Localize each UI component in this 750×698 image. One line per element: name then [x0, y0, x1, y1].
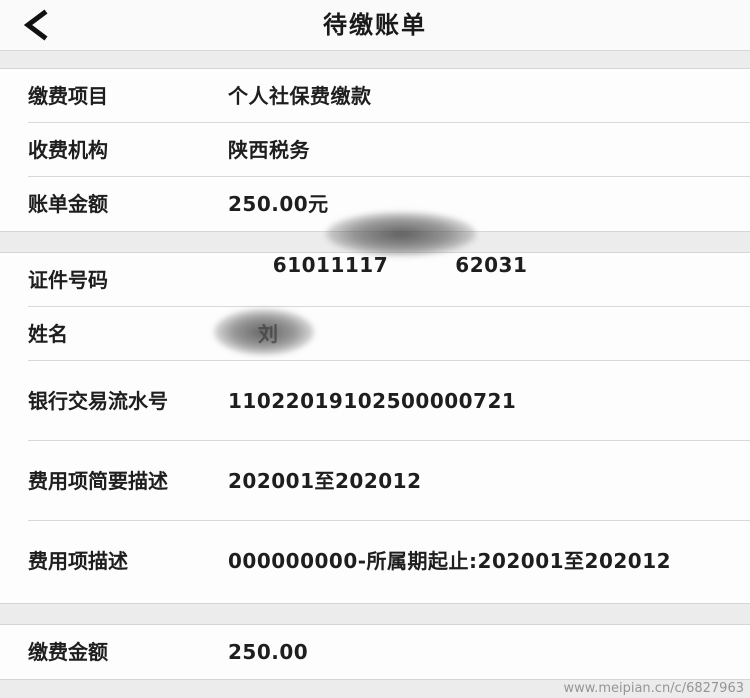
payment-amount-row: 缴费金额 250.00	[28, 625, 750, 679]
name-row: 姓名 刘	[28, 307, 750, 361]
payment-section: 缴费金额 250.00	[0, 624, 750, 680]
bill-info-section: 缴费项目 个人社保费缴款 收费机构 陕西税务 账单金额 250.00元	[0, 68, 750, 232]
bill-item-row: 缴费项目 个人社保费缴款	[28, 69, 750, 123]
person-info-section: 证件号码 61011117 62031 姓名 刘 银行交易流水号 1102201…	[0, 211, 750, 604]
brief-desc-value: 202001至202012	[228, 468, 422, 493]
org-label: 收费机构	[28, 137, 108, 162]
watermark: www.meipian.cn/c/6827963	[563, 681, 744, 696]
amount-value: 250.00元	[228, 192, 329, 216]
serial-value: 11022019102500000721	[228, 388, 517, 413]
item-value: 个人社保费缴款	[228, 83, 372, 108]
desc-label: 费用项描述	[28, 549, 128, 573]
desc-row: 费用项描述 000000000-所属期起止:202001至202012	[28, 521, 750, 601]
desc-value: 000000000-所属期起止:202001至202012	[228, 549, 672, 573]
payment-label: 缴费金额	[28, 640, 108, 664]
amount-label: 账单金额	[28, 192, 108, 216]
payment-value: 250.00	[228, 640, 309, 664]
nav-header: 待缴账单	[0, 0, 750, 51]
id-number-row: 证件号码 61011117 62031	[28, 211, 750, 307]
item-label: 缴费项目	[28, 83, 108, 108]
brief-desc-row: 费用项简要描述 202001至202012	[28, 441, 750, 521]
serial-label: 银行交易流水号	[28, 388, 168, 413]
brief-desc-label: 费用项简要描述	[28, 468, 168, 493]
bill-org-row: 收费机构 陕西税务	[28, 123, 750, 177]
org-value: 陕西税务	[228, 137, 310, 162]
page-title: 待缴账单	[323, 11, 427, 39]
name-label: 姓名	[28, 321, 68, 346]
redaction-smudge	[326, 211, 476, 256]
redaction-smudge	[214, 308, 314, 355]
serial-row: 银行交易流水号 11022019102500000721	[28, 361, 750, 441]
name-value: 刘	[214, 308, 750, 355]
id-number-label: 证件号码	[28, 267, 108, 292]
